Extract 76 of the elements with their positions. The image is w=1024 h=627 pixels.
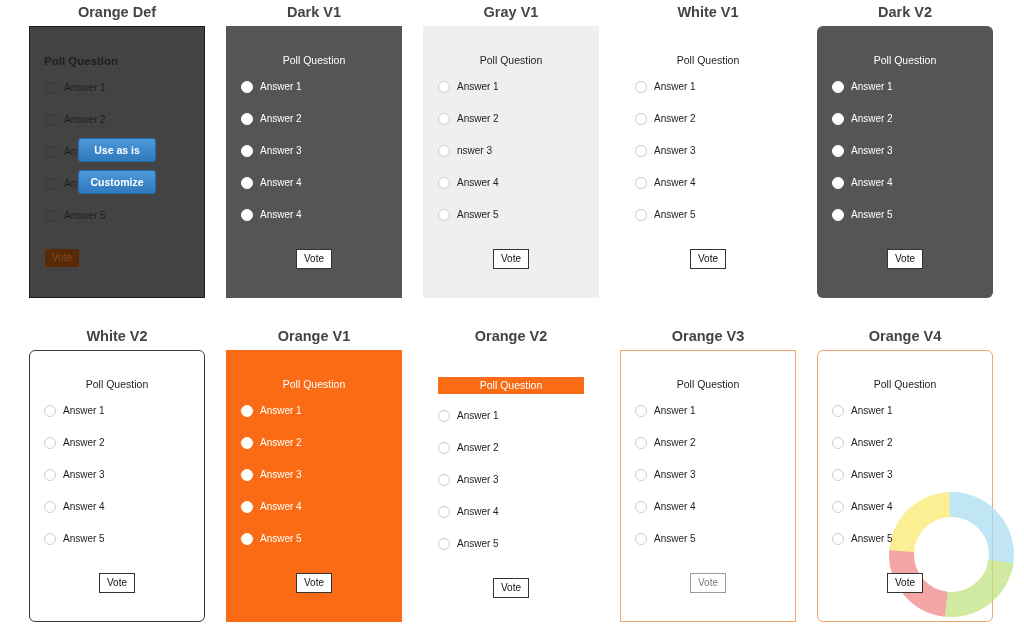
answer-label: Answer 4 — [851, 176, 893, 190]
answer-label: Answer 1 — [457, 409, 499, 423]
answer-label: Answer 4 — [260, 208, 302, 222]
theme-title: Orange V1 — [276, 327, 352, 346]
answer-label: Answer 3 — [457, 473, 499, 487]
answer-label: Answer 5 — [260, 532, 302, 546]
answer-label: Answer 1 — [654, 404, 696, 418]
answer-label: Answer 5 — [654, 208, 696, 222]
answer-label: Answer 2 — [654, 436, 696, 450]
poll-question: Poll Question — [281, 53, 347, 67]
theme-title: White V1 — [676, 3, 740, 22]
answer-label: Answer 5 — [457, 537, 499, 551]
answer-label: Answer 3 — [851, 468, 893, 482]
answer-label: Answer 5 — [851, 208, 893, 222]
answer-label: Answer 4 — [260, 500, 302, 514]
answer-label: Answer 4 — [457, 505, 499, 519]
poll-question: Poll Question — [281, 377, 347, 391]
answer-label: Answer 2 — [260, 112, 302, 126]
answer-label: Answer 2 — [851, 436, 893, 450]
answer-label: Answer 1 — [851, 404, 893, 418]
answer-label: Answer 2 — [851, 112, 893, 126]
poll-question: Poll Question — [675, 377, 741, 391]
color-ring-icon — [889, 492, 1014, 617]
answer-label: Answer 2 — [654, 112, 696, 126]
poll-question: Poll Question — [478, 53, 544, 67]
theme-title: White V2 — [85, 327, 149, 346]
theme-title: Gray V1 — [482, 3, 540, 22]
answer-label: Answer 2 — [260, 436, 302, 450]
poll-question: Poll Question — [872, 377, 938, 391]
vote-button[interactable]: Vote — [493, 249, 529, 269]
answer-label: Answer 5 — [851, 532, 893, 546]
answer-label: Answer 4 — [654, 176, 696, 190]
answer-label: Answer 4 — [63, 500, 105, 514]
answer-label: Answer 1 — [63, 404, 105, 418]
answer-label: Answer 1 — [260, 80, 302, 94]
poll-question: Poll Question — [84, 377, 150, 391]
theme-title: Orange V3 — [670, 327, 746, 346]
answer-label: Answer 1 — [260, 404, 302, 418]
answer-label: Answer 3 — [260, 144, 302, 158]
poll-question: Poll Question — [872, 53, 938, 67]
vote-button[interactable]: Vote — [690, 573, 726, 593]
answer-label: Answer 3 — [851, 144, 893, 158]
answer-label: Answer 1 — [457, 80, 499, 94]
poll-question: Poll Question — [438, 377, 584, 394]
theme-title: Dark V1 — [286, 3, 342, 22]
vote-button[interactable]: Vote — [690, 249, 726, 269]
answer-label: Answer 4 — [457, 176, 499, 190]
answer-label: Answer 1 — [851, 80, 893, 94]
vote-button[interactable]: Vote — [493, 578, 529, 598]
answer-label: Answer 1 — [654, 80, 696, 94]
vote-button[interactable]: Vote — [296, 249, 332, 269]
answer-label: Answer 2 — [63, 436, 105, 450]
answer-label: Answer 2 — [457, 112, 499, 126]
answer-label: Answer 3 — [654, 468, 696, 482]
answer-label: Answer 3 — [63, 468, 105, 482]
answer-label: Answer 5 — [63, 532, 105, 546]
theme-title: Orange V4 — [867, 327, 943, 346]
answer-label: Answer 4 — [851, 500, 893, 514]
answer-label: Answer 5 — [457, 208, 499, 222]
answer-label: Answer 2 — [457, 441, 499, 455]
answer-label: Answer 4 — [654, 500, 696, 514]
theme-title: Orange Def — [76, 3, 158, 22]
vote-button[interactable]: Vote — [99, 573, 135, 593]
answer-label: Answer 3 — [260, 468, 302, 482]
vote-button[interactable]: Vote — [887, 249, 923, 269]
vote-button[interactable]: Vote — [296, 573, 332, 593]
overlay-button[interactable]: Use as is — [78, 138, 156, 162]
theme-title: Dark V2 — [877, 3, 933, 22]
poll-question: Poll Question — [675, 53, 741, 67]
answer-label: Answer 5 — [654, 532, 696, 546]
answer-label: nswer 3 — [457, 144, 492, 158]
answer-label: Answer 3 — [654, 144, 696, 158]
theme-title: Orange V2 — [473, 327, 549, 346]
overlay-button[interactable]: Customize — [78, 170, 156, 194]
answer-label: Answer 4 — [260, 176, 302, 190]
vote-button[interactable]: Vote — [887, 573, 923, 593]
